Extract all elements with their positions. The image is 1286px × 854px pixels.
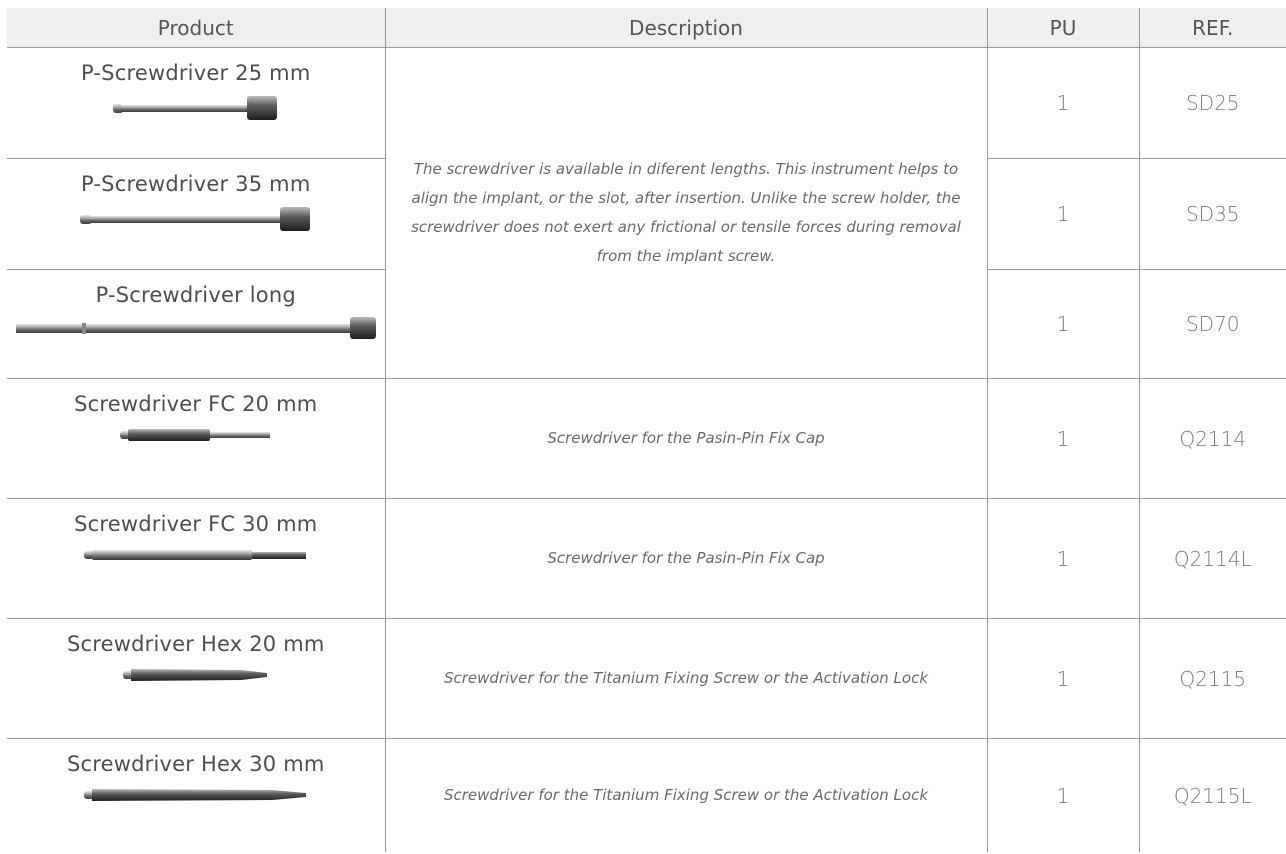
pu-cell: 1: [986, 738, 1139, 852]
product-name: P-Screwdriver long: [95, 283, 296, 307]
ref-cell: Q2114L: [1138, 498, 1286, 619]
product-cell: P-Screwdriver 25 mm: [7, 47, 385, 159]
product-name: Screwdriver Hex 30 mm: [66, 752, 325, 776]
table-row: Screwdriver FC 20 mm Screwdriver for the…: [7, 378, 1286, 499]
shared-description: The screwdriver is available in diferent…: [411, 160, 961, 265]
pu-cell: 1: [986, 158, 1139, 270]
screwdriver-hex20-image: [7, 662, 385, 688]
product-name: P-Screwdriver 25 mm: [81, 61, 311, 85]
description-cell: Screwdriver for the Titanium Fixing Scre…: [384, 738, 987, 852]
ref-cell: Q2115: [1138, 618, 1286, 739]
ref-cell: Q2114: [1138, 378, 1286, 499]
screwdriver-fc30-image: [7, 542, 385, 568]
table-row: Screwdriver FC 30 mm Screwdriver for the…: [7, 498, 1286, 619]
ref-cell: Q2115L: [1138, 738, 1286, 852]
table-row: Screwdriver Hex 20 mm Screwdriver for th…: [7, 618, 1286, 739]
header-ref: REF.: [1138, 8, 1286, 48]
pu-cell: 1: [986, 47, 1139, 159]
screwdriver-35-image: [7, 202, 385, 236]
description-cell: Screwdriver for the Titanium Fixing Scre…: [384, 618, 987, 739]
screwdriver-fc20-image: [7, 422, 385, 448]
product-table: Product Description PU REF. P-Screwdrive…: [7, 8, 1286, 852]
header-pu: PU: [986, 8, 1139, 48]
screwdriver-hex30-image: [7, 782, 385, 808]
header-product: Product: [7, 8, 385, 48]
ref-cell: SD35: [1138, 158, 1286, 270]
pu-cell: 1: [986, 378, 1139, 499]
product-name: Screwdriver Hex 20 mm: [66, 632, 325, 656]
product-name: Screwdriver FC 20 mm: [74, 392, 318, 416]
table-row: P-Screwdriver 25 mm The screwdriver is a…: [7, 47, 1286, 379]
product-cell: Screwdriver Hex 20 mm: [7, 618, 385, 739]
pu-cell: 1: [986, 498, 1139, 619]
product-name: P-Screwdriver 35 mm: [81, 172, 311, 196]
description-cell: Screwdriver for the Pasin-Pin Fix Cap: [384, 378, 987, 499]
description-cell: Screwdriver for the Pasin-Pin Fix Cap: [384, 498, 987, 619]
pu-cell: 1: [986, 618, 1139, 739]
shared-description-cell: The screwdriver is available in diferent…: [384, 47, 987, 379]
header-description: Description: [384, 8, 987, 48]
ref-cell: SD25: [1138, 47, 1286, 159]
pu-cell: 1: [986, 269, 1139, 379]
product-cell: P-Screwdriver 35 mm: [7, 158, 385, 270]
ref-cell: SD70: [1138, 269, 1286, 379]
table-row: Screwdriver Hex 30 mm Screwdriver for th…: [7, 738, 1286, 853]
table-header-row: Product Description PU REF.: [7, 8, 1286, 48]
screwdriver-long-image: [7, 313, 385, 343]
product-cell: Screwdriver Hex 30 mm: [7, 739, 385, 853]
screwdriver-25-image: [7, 91, 385, 125]
product-name: Screwdriver FC 30 mm: [74, 512, 318, 536]
product-cell: Screwdriver FC 20 mm: [7, 378, 385, 499]
product-cell: P-Screwdriver long: [7, 269, 385, 379]
product-cell: Screwdriver FC 30 mm: [7, 498, 385, 619]
